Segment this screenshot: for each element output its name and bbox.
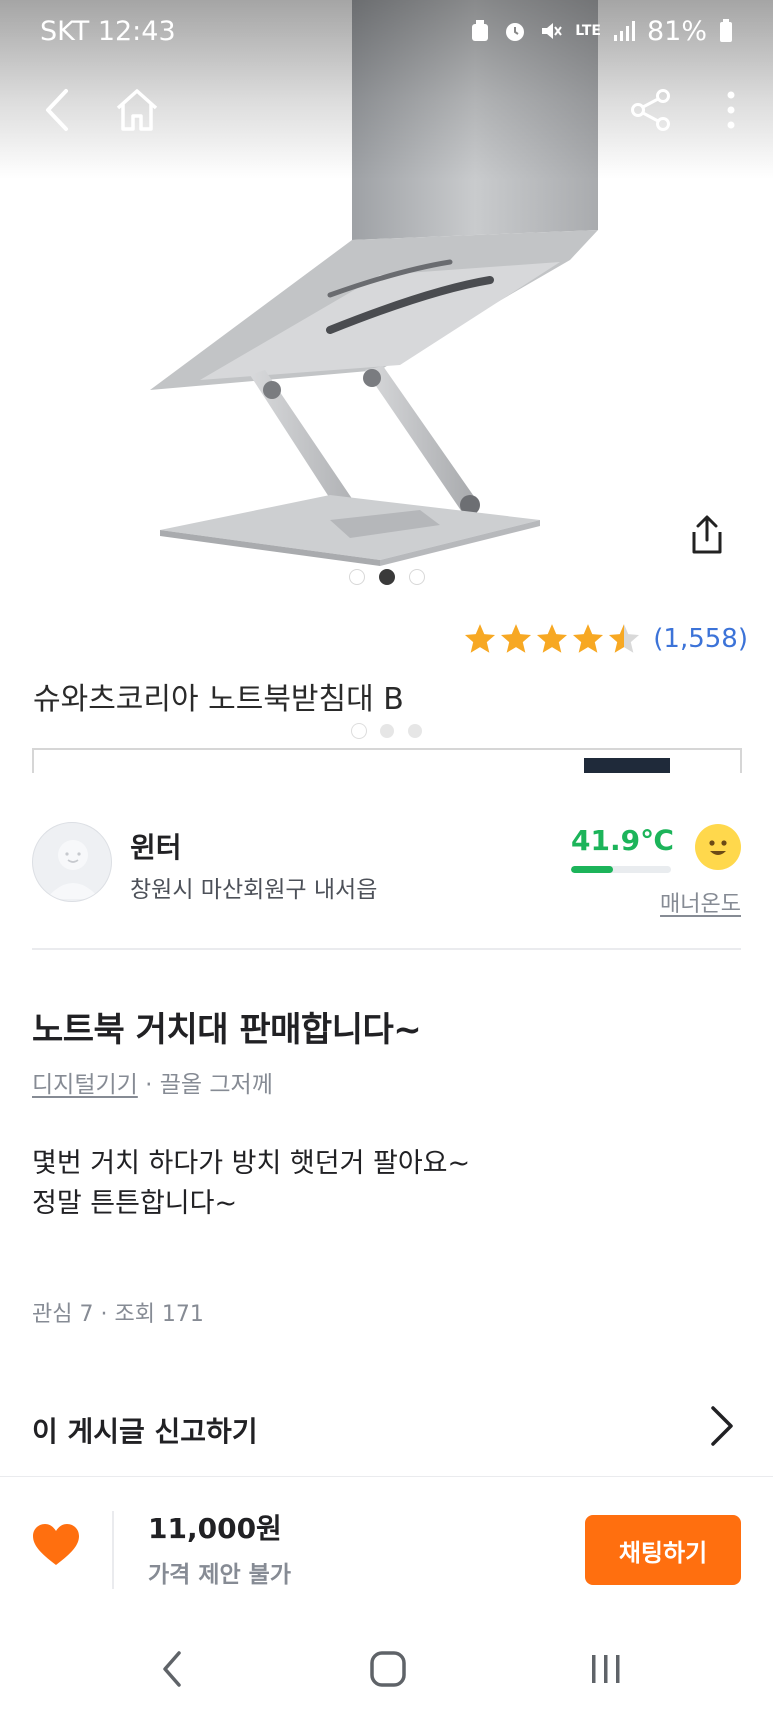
system-back-icon[interactable]: [142, 1644, 202, 1694]
avatar[interactable]: [32, 822, 112, 902]
mute-icon: [542, 23, 563, 39]
page-dot: [379, 724, 394, 738]
post-time: · 끌올 그저께: [145, 1072, 273, 1098]
page-dot-active: [351, 724, 366, 738]
home-icon[interactable]: [102, 75, 172, 145]
default-avatar-icon: [46, 840, 100, 899]
chat-button[interactable]: 채팅하기: [585, 1515, 741, 1585]
star-half-icon: [609, 624, 640, 653]
manner-temp-bar: [571, 866, 671, 873]
recycle-icon: [472, 20, 489, 41]
bottom-action-bar: 11,000원 가격 제안 불가 채팅하기: [0, 1476, 773, 1622]
system-home-icon[interactable]: [358, 1644, 418, 1694]
carrier-time: SKT 12:43: [40, 15, 176, 47]
more-vertical-icon[interactable]: [696, 75, 766, 145]
product-image-area[interactable]: SKT 12:43 LTE 81% (1,558) 슈와츠코리아 노트북받침대 …: [0, 0, 773, 773]
product-name: 슈와츠코리아 노트북받침대 B: [33, 682, 404, 717]
bar-divider: [112, 1511, 114, 1589]
page-dot-active[interactable]: [378, 569, 395, 585]
system-nav-bar: [0, 1622, 773, 1718]
post-title: 노트북 거치대 판매합니다~: [32, 1010, 422, 1050]
status-icons: LTE 81%: [469, 16, 733, 47]
post-meta: 디지털기기 · 끌올 그저께: [32, 1065, 273, 1099]
secondary-page-dots: [0, 724, 773, 738]
battery-icon: [720, 19, 732, 42]
category-link[interactable]: 디지털기기: [32, 1072, 138, 1098]
divider: [32, 948, 741, 950]
report-post-row[interactable]: 이 게시글 신고하기: [0, 1388, 773, 1466]
manner-temp-value: 41.9℃: [571, 824, 674, 857]
manner-temp-link[interactable]: 매너온도: [660, 886, 741, 918]
page-dot[interactable]: [348, 569, 365, 585]
back-arrow-icon[interactable]: [22, 75, 92, 145]
price-negotiation: 가격 제안 불가: [148, 1562, 291, 1588]
rating: (1,558): [463, 622, 748, 656]
price: 11,000원: [148, 1512, 282, 1545]
post-stats: 관심 7 · 조회 171: [32, 1302, 204, 1327]
alarm-icon: [506, 23, 525, 41]
chevron-right-icon: [711, 1406, 733, 1446]
heart-icon[interactable]: [30, 1519, 82, 1571]
image-page-dots: [0, 569, 773, 585]
post-body: 몇번 거치 하다가 방치 햇던거 팔아요~ 정말 튼튼합니다~: [32, 1148, 471, 1219]
page-dot[interactable]: [408, 569, 425, 585]
lte-icon: LTE: [575, 23, 601, 39]
product-info-card: [32, 748, 742, 773]
share-upload-icon[interactable]: [670, 498, 744, 572]
share-icon[interactable]: [616, 75, 686, 145]
manner-temp-fill: [571, 866, 613, 873]
top-nav: [0, 75, 773, 145]
star-icon: [573, 624, 604, 653]
signal-icon: [613, 21, 635, 41]
seller-name: 윈터: [130, 831, 182, 864]
seller-profile[interactable]: 윈터 창원시 마산회원구 내서읍 41.9℃ 매너온도: [0, 808, 773, 948]
star-icon: [537, 624, 568, 653]
manner-temperature[interactable]: 41.9℃ 매너온도: [571, 816, 741, 918]
page-dot: [407, 724, 422, 738]
report-label: 이 게시글 신고하기: [32, 1415, 258, 1448]
seller-location: 창원시 마산회원구 내서읍: [130, 877, 378, 903]
star-icon: [465, 624, 496, 653]
rating-count[interactable]: (1,558): [653, 624, 748, 654]
card-thumbnail: [584, 758, 670, 773]
battery-text: 81%: [646, 15, 707, 47]
smiley-face-icon: [695, 824, 741, 870]
status-bar: SKT 12:43 LTE 81%: [0, 0, 773, 62]
star-icon: [501, 624, 532, 653]
system-recents-icon[interactable]: [576, 1644, 636, 1694]
